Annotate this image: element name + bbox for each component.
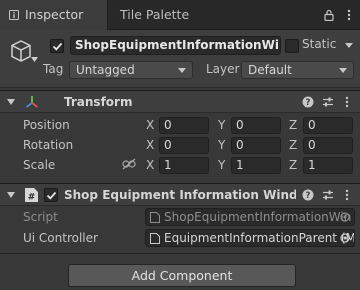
gameobject-reference-icon: [150, 233, 160, 244]
axis-z-label[interactable]: Z: [289, 158, 297, 172]
help-icon[interactable]: ?: [302, 189, 314, 201]
script-field: ShopEquipmentInformationWin: [145, 208, 355, 226]
axis-x-label[interactable]: X: [146, 118, 154, 132]
active-checkbox[interactable]: [50, 39, 64, 53]
static-label: Static: [302, 37, 337, 51]
script-file-icon: [150, 212, 160, 223]
foldout-arrow-icon[interactable]: [7, 192, 15, 198]
foldout-arrow-icon[interactable]: [7, 99, 15, 105]
script-label: Script: [23, 210, 58, 224]
presets-icon[interactable]: [322, 189, 334, 201]
add-component-button[interactable]: Add Component: [68, 264, 296, 287]
tag-dropdown[interactable]: Untagged: [69, 61, 193, 79]
checkmark-icon: [52, 42, 63, 51]
axis-y-label[interactable]: Y: [218, 138, 225, 152]
axis-z-label[interactable]: Z: [289, 118, 297, 132]
scale-z-field[interactable]: 1: [303, 157, 353, 174]
position-label: Position: [23, 118, 70, 132]
tab-tile-palette[interactable]: Tile Palette: [120, 0, 189, 30]
ui-controller-label: Ui Controller: [23, 231, 98, 245]
gameobject-name-input[interactable]: ShopEquipmentInformationWindow: [70, 36, 281, 55]
presets-icon[interactable]: [322, 96, 334, 108]
static-checkbox[interactable]: [285, 39, 299, 53]
info-icon: [9, 10, 19, 20]
scale-y-field[interactable]: 1: [231, 157, 281, 174]
axis-z-label[interactable]: Z: [289, 138, 297, 152]
tab-tile-palette-label: Tile Palette: [120, 7, 190, 22]
position-y-field[interactable]: 0: [231, 117, 281, 134]
transform-axes-icon: [26, 96, 38, 108]
script-component-header[interactable]: # Shop Equipment Information Window Co ?: [0, 183, 360, 206]
transform-header[interactable]: Transform ?: [0, 90, 360, 113]
ui-controller-value: EquipmentInformationParent (M: [164, 231, 355, 245]
divider: [0, 253, 360, 254]
component-enabled-checkbox[interactable]: [44, 188, 58, 202]
chevron-down-icon: [178, 68, 186, 73]
scale-label: Scale: [23, 158, 56, 172]
constrain-proportions-icon[interactable]: [122, 158, 136, 170]
object-picker-icon: [340, 212, 350, 222]
rotation-label: Rotation: [23, 138, 74, 152]
kebab-menu-icon[interactable]: [343, 9, 355, 21]
svg-text:#: #: [28, 193, 36, 203]
kebab-menu-icon[interactable]: [341, 96, 353, 108]
svg-text:?: ?: [306, 191, 311, 201]
tag-label: Tag: [43, 62, 64, 76]
object-picker-icon[interactable]: [340, 233, 350, 243]
layer-label: Layer: [206, 62, 240, 76]
help-icon[interactable]: ?: [302, 96, 314, 108]
chevron-down-icon: [339, 68, 347, 73]
position-z-field[interactable]: 0: [303, 117, 353, 134]
tab-bar: Inspector Tile Palette: [0, 0, 360, 30]
chevron-down-icon[interactable]: [31, 57, 38, 62]
script-component-title: Shop Equipment Information Window Co: [64, 188, 296, 202]
rotation-y-field[interactable]: 0: [231, 137, 281, 154]
svg-text:?: ?: [306, 98, 311, 108]
kebab-menu-icon[interactable]: [341, 189, 353, 201]
script-value: ShopEquipmentInformationWin: [164, 210, 352, 224]
gameobject-header: ShopEquipmentInformationWindow Static Ta…: [0, 30, 360, 88]
chevron-down-icon[interactable]: [345, 43, 353, 48]
lock-icon[interactable]: [323, 9, 335, 21]
axis-y-label[interactable]: Y: [218, 158, 225, 172]
tab-inspector-label: Inspector: [25, 7, 84, 22]
axis-y-label[interactable]: Y: [218, 118, 225, 132]
rotation-z-field[interactable]: 0: [303, 137, 353, 154]
tab-inspector[interactable]: Inspector: [0, 0, 108, 30]
layer-dropdown[interactable]: Default: [241, 61, 354, 79]
checkmark-icon: [46, 191, 57, 200]
transform-title: Transform: [64, 95, 133, 109]
axis-x-label[interactable]: X: [146, 138, 154, 152]
rotation-x-field[interactable]: 0: [159, 137, 209, 154]
tag-value: Untagged: [76, 63, 135, 77]
position-x-field[interactable]: 0: [159, 117, 209, 134]
ui-controller-field[interactable]: EquipmentInformationParent (M: [145, 229, 355, 247]
scale-x-field[interactable]: 1: [159, 157, 209, 174]
csharp-script-icon: #: [25, 188, 38, 203]
axis-x-label[interactable]: X: [146, 158, 154, 172]
layer-value: Default: [248, 63, 292, 77]
